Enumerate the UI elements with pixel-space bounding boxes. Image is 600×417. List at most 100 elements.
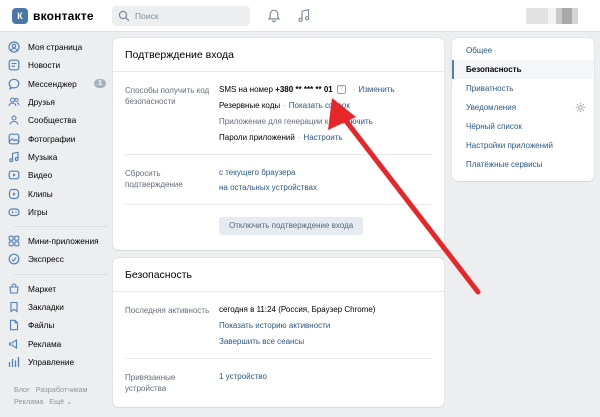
settings-nav-security[interactable]: Безопасность	[452, 60, 594, 79]
change-phone-link[interactable]: Изменить	[358, 85, 394, 94]
sidebar-item-label: Игры	[28, 206, 48, 217]
video-icon	[8, 170, 20, 180]
express-icon	[8, 254, 20, 265]
settings-nav-notifications[interactable]: Уведомления	[452, 98, 594, 117]
sidebar-item-clips[interactable]: Клипы	[8, 184, 108, 202]
top-bar: К вконтакте	[0, 0, 600, 32]
sidebar-item-messenger[interactable]: Мессенджер 1	[8, 75, 108, 93]
search-input[interactable]	[135, 11, 245, 21]
sidebar-item-bookmarks[interactable]: Закладки	[8, 298, 108, 316]
show-history-link[interactable]: Показать историю активности	[219, 321, 330, 330]
sidebar-item-label: Экспресс	[28, 254, 64, 265]
sms-number: +380 ** *** ** 01	[275, 85, 333, 94]
sidebar-item-manage[interactable]: Управление	[8, 353, 108, 371]
reset-label: Сбросить подтверждение	[125, 169, 183, 189]
sidebar-item-friends[interactable]: Друзья	[8, 93, 108, 111]
sidebar-item-label: Маркет	[28, 283, 57, 294]
divider	[125, 358, 432, 359]
sidebar-item-video[interactable]: Видео	[8, 166, 108, 184]
vk-logo-icon: К	[12, 8, 28, 24]
sidebar-item-my-page[interactable]: Моя страница	[8, 38, 108, 56]
security-card: Безопасность Последняя активность сегодн…	[113, 258, 444, 407]
sidebar-item-label: Мини-приложения	[28, 236, 99, 247]
sidebar-item-market[interactable]: Маркет	[8, 280, 108, 298]
enable-link[interactable]: Включить	[337, 117, 373, 126]
sidebar-item-label: Управление	[28, 356, 75, 367]
footer-more-link[interactable]: Ещё ⌄	[49, 397, 72, 406]
sidebar-item-express[interactable]: Экспресс	[8, 250, 108, 268]
vk-logo[interactable]: К вконтакте	[12, 8, 94, 24]
avatar[interactable]	[526, 8, 586, 24]
last-activity-value: сегодня в 11:24 (Россия, Браузер Chrome)	[219, 305, 376, 314]
news-icon	[8, 60, 20, 71]
games-icon	[8, 208, 20, 216]
linked-devices-label: Привязанные устройства	[125, 373, 176, 393]
settings-nav-payments[interactable]: Платёжные сервисы	[452, 155, 594, 174]
search-box[interactable]	[112, 6, 250, 26]
photo-icon	[8, 133, 20, 145]
sidebar-item-news[interactable]: Новости	[8, 56, 108, 74]
footer-dev-link[interactable]: Разработчикам	[36, 385, 88, 394]
settings-nav-app-settings[interactable]: Настройки приложений	[452, 136, 594, 155]
footer-ads-link[interactable]: Реклама	[14, 397, 43, 406]
reset-current-wrap: с текущего браузера	[219, 168, 296, 177]
app-passwords-row: Пароли приложений · Настроить	[219, 133, 343, 142]
sidebar-item-ads[interactable]: Реклама	[8, 334, 108, 352]
sidebar-item-music[interactable]: Музыка	[8, 148, 108, 166]
show-list-link[interactable]: Показать список	[289, 101, 350, 110]
backup-codes-label: Резервные коды	[219, 101, 281, 110]
login-confirmation-card: Подтверждение входа Способы получить код…	[113, 38, 444, 250]
divider	[125, 204, 432, 205]
unread-badge: 1	[94, 78, 106, 88]
files-icon	[9, 320, 19, 331]
sidebar-item-label: Клипы	[28, 188, 53, 199]
message-icon	[8, 78, 20, 90]
linked-devices-link[interactable]: 1 устройство	[219, 372, 267, 381]
sidebar-item-files[interactable]: Файлы	[8, 316, 108, 334]
settings-nav-privacy[interactable]: Приватность	[452, 79, 594, 98]
sidebar-item-label: Сообщества	[28, 115, 77, 126]
settings-nav-notifications-label: Уведомления	[466, 103, 517, 112]
reset-current-browser-link[interactable]: с текущего браузера	[219, 168, 296, 177]
sidebar-item-label: Музыка	[28, 151, 58, 162]
auth-app-row: Приложение для генерации к · Включить	[219, 117, 373, 126]
sidebar-item-label: Реклама	[28, 338, 62, 349]
logo-text: вконтакте	[33, 9, 94, 23]
sms-prefix: SMS на номер	[219, 85, 273, 94]
music-icon	[9, 151, 19, 163]
divider	[125, 154, 432, 155]
sidebar-divider	[14, 273, 108, 275]
history-wrap: Показать историю активности	[219, 321, 330, 330]
sidebar-divider	[14, 225, 108, 227]
reset-other-devices-link[interactable]: на остальных устройствах	[219, 183, 317, 192]
auth-app-label: Приложение для генерации к	[219, 117, 329, 126]
end-sessions-link[interactable]: Завершить все сеансы	[219, 337, 304, 346]
groups-icon	[9, 115, 19, 125]
sidebar-item-label: Моя страница	[28, 42, 83, 53]
help-icon[interactable]: ?	[336, 85, 346, 95]
sidebar-item-label: Новости	[28, 60, 61, 71]
sidebar-item-photos[interactable]: Фотографии	[8, 129, 108, 147]
sidebar-item-mini-apps[interactable]: Мини-приложения	[8, 232, 108, 250]
gear-icon[interactable]	[575, 102, 586, 113]
configure-link[interactable]: Настроить	[303, 133, 342, 142]
sidebar-item-communities[interactable]: Сообщества	[8, 111, 108, 129]
sidebar-item-games[interactable]: Игры	[8, 203, 108, 221]
settings-nav: Общее Безопасность Приватность Уведомлен…	[452, 38, 594, 181]
bell-icon[interactable]	[266, 8, 282, 24]
card-title: Безопасность	[113, 258, 444, 292]
ads-icon	[8, 338, 18, 349]
end-sessions-wrap: Завершить все сеансы	[219, 337, 304, 346]
bookmark-icon	[10, 301, 18, 313]
settings-nav-general[interactable]: Общее	[452, 41, 594, 60]
footer-blog-link[interactable]: Блог	[14, 385, 30, 394]
reset-other-wrap: на остальных устройствах	[219, 183, 317, 192]
settings-nav-blacklist[interactable]: Чёрный список	[452, 117, 594, 136]
footer-links: Блог Разработчикам Реклама Ещё ⌄	[14, 384, 94, 408]
music-icon[interactable]	[296, 8, 312, 24]
disable-confirmation-button[interactable]: Отключить подтверждение входа	[219, 217, 364, 235]
clips-icon	[8, 188, 20, 199]
sidebar-item-label: Файлы	[28, 320, 55, 331]
home-icon	[8, 41, 20, 53]
separator-dot: ·	[352, 85, 356, 94]
